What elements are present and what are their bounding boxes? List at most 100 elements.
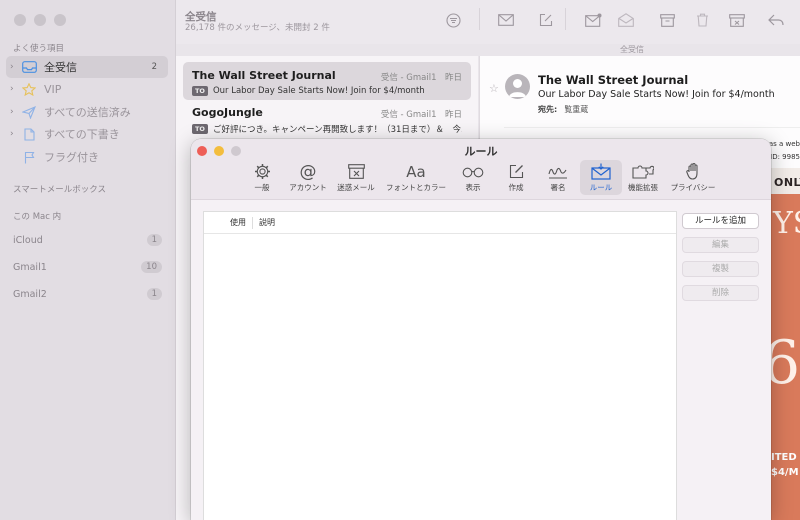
account-label: Gmail2 [13,288,47,300]
promo-text: 64 [770,328,800,398]
list-item[interactable]: GogoJungle 受信 - Gmail1 昨日 TO ご好評につき。キャンペ… [183,99,471,137]
edit-button[interactable]: 編集 [682,237,759,253]
sidebar-account-icloud[interactable]: iCloud 1 [6,230,168,250]
sidebar-item-all-inboxes[interactable]: › 全受信 2 [6,56,168,78]
sidebar-item-label: VIP [44,82,62,96]
sidebar-account-gmail1[interactable]: Gmail1 10 [6,257,168,277]
tab-extensions[interactable]: 機能拡張 [624,160,662,195]
to-badge: TO [192,86,208,96]
promo-text: ITED [771,452,797,463]
duplicate-button[interactable]: 複製 [682,261,759,277]
smart-mailboxes-heading[interactable]: スマートメールボックス [13,183,106,195]
toolbar-divider [479,8,480,30]
tab-label: 一般 [254,183,270,192]
on-my-mac-heading[interactable]: この Mac 内 [13,210,61,222]
tab-general[interactable]: 一般 [248,160,276,195]
promo-text: YS [773,206,800,241]
tab-rules[interactable]: ルール [580,160,622,195]
sidebar-account-gmail2[interactable]: Gmail2 1 [6,284,168,304]
body-snippet: as a web [768,140,800,148]
tab-privacy[interactable]: プライバシー [667,160,719,195]
unread-count-badge: 10 [141,261,162,273]
tab-accounts[interactable]: @ アカウント [283,160,333,195]
tab-label: 表示 [465,183,481,192]
tab-composing[interactable]: 作成 [502,160,530,195]
delete-button[interactable]: 削除 [682,285,759,301]
puzzle-icon [632,162,654,181]
message-subject: ご好評につき。キャンペーン再開致します！（31日まで）＆ 今... [212,125,462,135]
tab-label: ルール [589,183,613,192]
sender-name: The Wall Street Journal [538,73,689,87]
recipient-line: 宛先: 覧重蔵 [538,104,588,115]
glasses-icon [462,162,484,181]
sidebar-item-drafts[interactable]: › すべての下書き [6,123,168,145]
star-icon [20,82,38,96]
message-meta: 受信 - Gmail1 昨日 [380,110,462,120]
flag-icon [20,151,38,164]
message-subject: Our Labor Day Sale Starts Now! Join for … [212,86,425,96]
compose-icon[interactable] [536,11,556,29]
get-mail-icon[interactable] [583,11,603,29]
tab-label: 迷惑メール [337,183,375,192]
junk-icon[interactable] [727,11,747,29]
sidebar-item-flagged[interactable]: フラグ付き [6,146,168,168]
favorites-heading: よく使う項目 [13,44,65,54]
chevron-right-icon[interactable]: › [10,107,20,117]
tab-viewing[interactable]: 表示 [459,160,487,195]
reply-icon[interactable] [766,11,786,29]
open-envelope-icon[interactable] [616,11,636,29]
rules-table[interactable]: 使用 説明 [203,211,677,520]
tab-label: プライバシー [670,183,716,192]
tab-label: フォントとカラー [386,183,446,192]
chevron-right-icon[interactable]: › [10,62,20,72]
chevron-right-icon[interactable]: › [10,84,20,94]
sidebar-item-label: すべての下書き [44,128,120,141]
tab-label: 機能拡張 [628,183,658,192]
trash-icon[interactable] [692,11,712,29]
sidebar-item-vip[interactable]: › VIP [6,78,168,100]
inbox-icon [20,61,38,73]
zoom-button[interactable] [54,14,66,26]
list-item[interactable]: The Wall Street Journal 受信 - Gmail1 昨日 T… [183,62,471,100]
toolbar: 全受信 26,178 件のメッセージ、未開封 2 件 [176,0,800,44]
fonts-icon: Aa [406,162,426,181]
archive-icon[interactable] [657,11,677,29]
column-header-use[interactable]: 使用 [204,217,248,228]
tab-junk-mail[interactable]: 迷惑メール [335,160,377,195]
message-meta: 受信 - Gmail1 昨日 [380,73,462,83]
filter-icon[interactable] [443,11,463,29]
promo-text: ONLY [774,176,800,189]
paper-plane-icon [20,105,38,119]
add-rule-button[interactable]: ルールを追加 [682,213,759,229]
new-message-envelope-icon[interactable] [496,11,516,29]
window-toolbar: ルール 一般 @ アカウント 迷惑メール Aa フォントとカラー 表示 作成 署… [191,139,771,200]
sidebar: よく使う項目 › 全受信 2 › VIP › すべての送信済み › すべての下書… [0,0,176,520]
account-label: iCloud [13,234,43,246]
divider [504,127,800,128]
rules-preferences-window: ルール 一般 @ アカウント 迷惑メール Aa フォントとカラー 表示 作成 署… [191,139,771,520]
avatar [505,74,530,99]
message-subject: Our Labor Day Sale Starts Now! Join for … [538,89,775,100]
tab-label: 作成 [508,183,524,192]
window-title: ルール [464,145,498,158]
sidebar-item-sent[interactable]: › すべての送信済み [6,101,168,123]
column-header-description[interactable]: 説明 [259,217,275,228]
chevron-right-icon[interactable]: › [10,129,20,139]
recipient-label: 宛先: [538,105,558,114]
close-button[interactable] [14,14,26,26]
document-icon [20,127,38,141]
unread-count-badge: 1 [146,288,162,300]
window-controls [14,14,66,26]
star-icon[interactable]: ☆ [489,82,499,95]
mailbox-subtitle: 26,178 件のメッセージ、未開封 2 件 [185,23,330,33]
tab-signatures[interactable]: 署名 [544,160,572,195]
table-header: 使用 説明 [204,212,676,234]
gear-icon [254,162,271,181]
tab-fonts-colors[interactable]: Aa フォントとカラー [383,160,449,195]
rules-icon [591,162,611,181]
sidebar-item-label: フラグ付き [44,151,99,164]
tab-label: アカウント [289,183,327,192]
minimize-button[interactable] [34,14,46,26]
unread-count-badge: 1 [146,234,162,246]
promo-image[interactable]: ONLY YS 64 ITED $4/M [770,168,800,520]
